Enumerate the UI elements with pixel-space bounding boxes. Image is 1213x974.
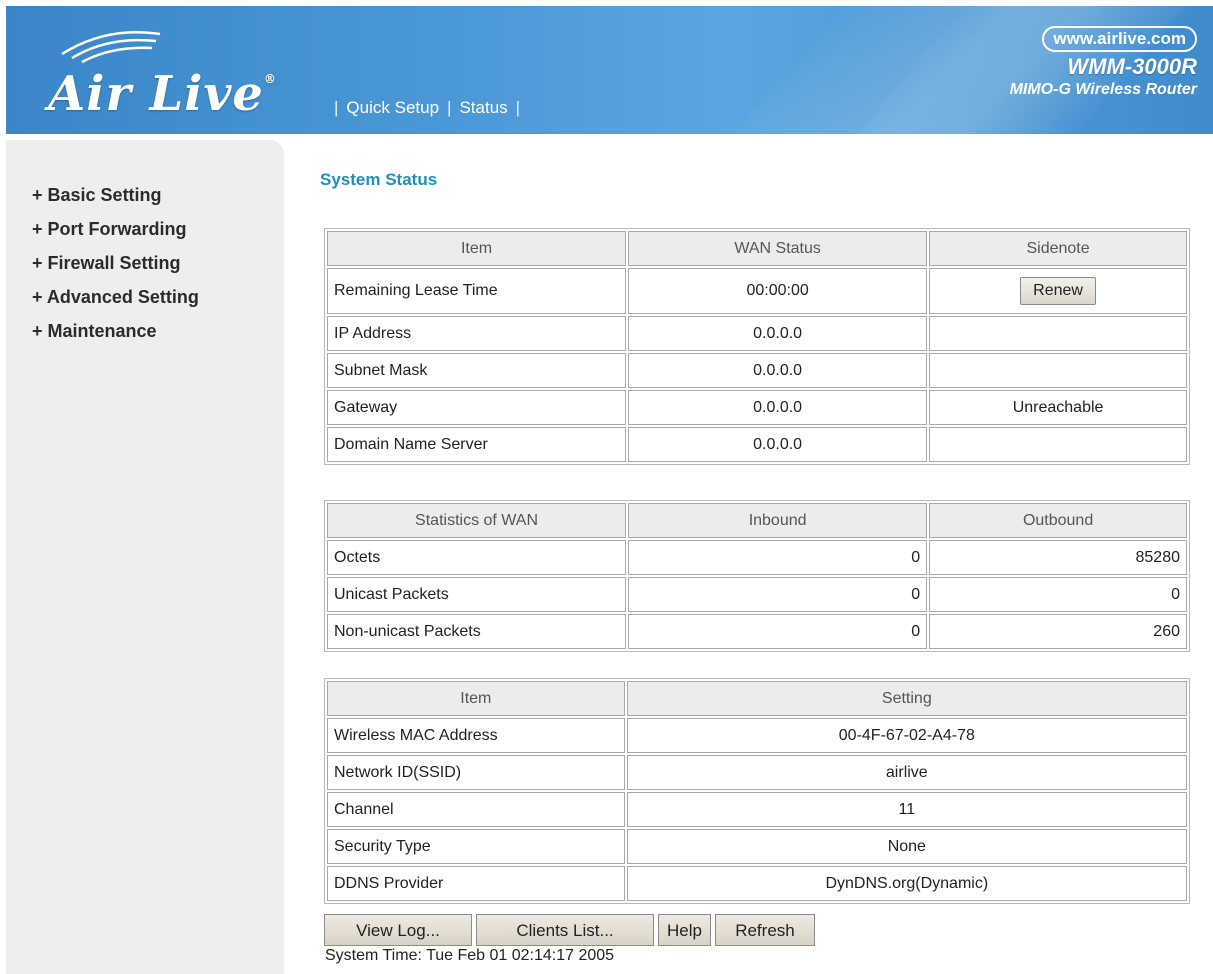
- sidebar-item-maintenance[interactable]: + Maintenance: [32, 314, 199, 348]
- header-banner: Air Live® | Quick Setup | Status | www.airli…: [6, 6, 1213, 134]
- nav-status[interactable]: Status: [459, 98, 507, 117]
- row-note: [929, 316, 1187, 351]
- row-value: 11: [626, 792, 1187, 827]
- row-label: Non-unicast Packets: [327, 614, 627, 649]
- table-row: Wireless MAC Address 00-4F-67-02-A4-78: [327, 718, 1187, 753]
- table-row: Domain Name Server 0.0.0.0: [327, 427, 1187, 462]
- nav-quick-setup[interactable]: Quick Setup: [346, 98, 439, 117]
- wan-status-table: Item WAN Status Sidenote Remaining Lease…: [324, 228, 1190, 465]
- row-value: 0.0.0.0: [628, 316, 928, 351]
- table-header-row: Item WAN Status Sidenote: [327, 231, 1187, 266]
- column-header: Outbound: [929, 503, 1187, 538]
- row-label: Remaining Lease Time: [327, 268, 627, 314]
- column-header: Sidenote: [929, 231, 1187, 266]
- row-value: 0.0.0.0: [628, 427, 928, 462]
- registered-mark: ®: [263, 72, 277, 86]
- row-label: Channel: [327, 792, 625, 827]
- action-buttons: View Log... Clients List... Help Refresh: [324, 914, 819, 946]
- table-row: Non-unicast Packets 0 260: [327, 614, 1187, 649]
- column-header: Item: [327, 681, 625, 716]
- wireless-settings-table: Item Setting Wireless MAC Address 00-4F-…: [324, 678, 1190, 904]
- top-nav: | Quick Setup | Status |: [326, 98, 528, 118]
- wireless-arcs-icon: [61, 31, 161, 64]
- outbound-value: 0: [929, 577, 1187, 612]
- airlive-logo: Air Live®: [34, 24, 314, 124]
- sidebar-item-port-forwarding[interactable]: + Port Forwarding: [32, 212, 199, 246]
- model-description: MIMO-G Wireless Router: [1009, 81, 1197, 98]
- system-time: System Time: Tue Feb 01 02:14:17 2005: [325, 947, 615, 964]
- row-value: airlive: [626, 755, 1187, 790]
- brand-url: www.airlive.com: [1042, 26, 1197, 52]
- column-header: Inbound: [628, 503, 928, 538]
- row-value: 0.0.0.0: [628, 353, 928, 388]
- table-row: Channel 11: [327, 792, 1187, 827]
- row-label: Gateway: [327, 390, 627, 425]
- row-note: Renew: [929, 268, 1187, 314]
- inbound-value: 0: [628, 540, 928, 575]
- table-header-row: Statistics of WAN Inbound Outbound: [327, 503, 1187, 538]
- help-button[interactable]: Help: [658, 914, 711, 946]
- view-log-button[interactable]: View Log...: [324, 914, 472, 946]
- wan-statistics-table: Statistics of WAN Inbound Outbound Octet…: [324, 500, 1190, 652]
- row-label: Octets: [327, 540, 627, 575]
- inbound-value: 0: [628, 614, 928, 649]
- table-row: Remaining Lease Time 00:00:00 Renew: [327, 268, 1187, 314]
- table-row: Security Type None: [327, 829, 1187, 864]
- column-header: Statistics of WAN: [327, 503, 627, 538]
- refresh-button[interactable]: Refresh: [714, 914, 815, 946]
- table-row: Unicast Packets 0 0: [327, 577, 1187, 612]
- row-note: [929, 427, 1187, 462]
- brand-block: www.airlive.com WMM-3000R MIMO-G Wireles…: [917, 26, 1197, 99]
- sidebar-menu: + Basic Setting + Port Forwarding + Fire…: [32, 178, 199, 348]
- renew-button[interactable]: Renew: [1020, 277, 1096, 305]
- clients-list-button[interactable]: Clients List...: [476, 914, 654, 946]
- model-name: WMM-3000R: [1067, 54, 1197, 79]
- logo-text: Air Live®: [48, 66, 277, 122]
- table-row: Gateway 0.0.0.0 Unreachable: [327, 390, 1187, 425]
- table-row: Octets 0 85280: [327, 540, 1187, 575]
- column-header: Item: [327, 231, 627, 266]
- nav-separator: |: [334, 98, 339, 117]
- row-label: Network ID(SSID): [327, 755, 625, 790]
- row-value: DynDNS.org(Dynamic): [626, 866, 1187, 901]
- row-note: Unreachable: [929, 390, 1187, 425]
- row-value: 00:00:00: [628, 268, 928, 314]
- row-label: Unicast Packets: [327, 577, 627, 612]
- nav-separator: |: [447, 98, 452, 117]
- table-row: DDNS Provider DynDNS.org(Dynamic): [327, 866, 1187, 901]
- row-value: 00-4F-67-02-A4-78: [626, 718, 1187, 753]
- table-row: Network ID(SSID) airlive: [327, 755, 1187, 790]
- table-row: IP Address 0.0.0.0: [327, 316, 1187, 351]
- sidebar-item-basic-setting[interactable]: + Basic Setting: [32, 178, 199, 212]
- row-label: Domain Name Server: [327, 427, 627, 462]
- sidebar: + Basic Setting + Port Forwarding + Fire…: [6, 140, 284, 974]
- inbound-value: 0: [628, 577, 928, 612]
- row-label: DDNS Provider: [327, 866, 625, 901]
- row-note: [929, 353, 1187, 388]
- column-header: WAN Status: [628, 231, 928, 266]
- row-value: 0.0.0.0: [628, 390, 928, 425]
- nav-separator: |: [515, 98, 521, 117]
- table-header-row: Item Setting: [327, 681, 1187, 716]
- column-header: Setting: [626, 681, 1187, 716]
- row-label: Security Type: [327, 829, 625, 864]
- row-label: IP Address: [327, 316, 627, 351]
- table-row: Subnet Mask 0.0.0.0: [327, 353, 1187, 388]
- outbound-value: 260: [929, 614, 1187, 649]
- row-value: None: [626, 829, 1187, 864]
- page-title: System Status: [320, 170, 438, 189]
- row-label: Subnet Mask: [327, 353, 627, 388]
- sidebar-item-advanced-setting[interactable]: + Advanced Setting: [32, 280, 199, 314]
- sidebar-item-firewall-setting[interactable]: + Firewall Setting: [32, 246, 199, 280]
- row-label: Wireless MAC Address: [327, 718, 625, 753]
- outbound-value: 85280: [929, 540, 1187, 575]
